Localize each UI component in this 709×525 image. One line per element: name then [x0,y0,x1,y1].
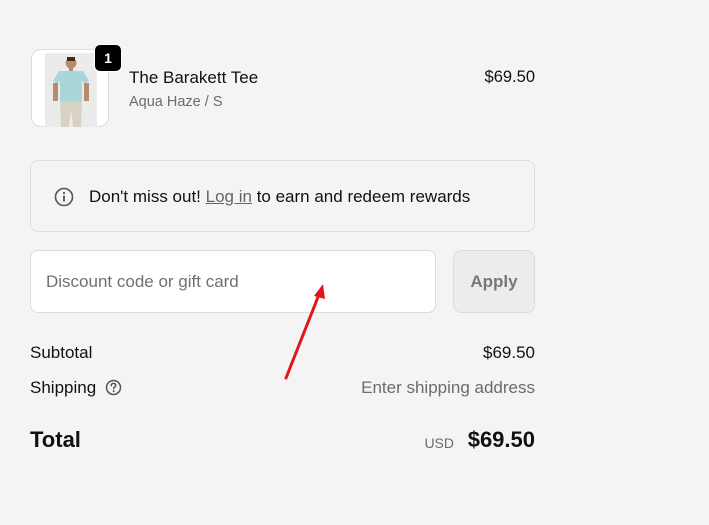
product-variant: Aqua Haze / S [129,94,223,110]
login-link[interactable]: Log in [206,187,252,206]
info-icon [54,187,74,207]
line-item-price: $69.50 [484,68,535,86]
total-value: $69.50 [467,427,535,452]
shipping-label: Shipping [30,378,97,397]
product-thumbnail: 1 [31,44,122,127]
product-tee-image [45,53,97,127]
total-currency: USD [424,435,454,451]
rewards-banner: Don't miss out! Log in to earn and redee… [30,160,535,232]
rewards-trail: to earn and redeem rewards [256,187,471,206]
subtotal-value: $69.50 [483,343,535,362]
product-name: The Barakett Tee [129,68,259,87]
total-label: Total [30,427,81,452]
rewards-text: Don't miss out! Log in to earn and redee… [89,187,470,207]
apply-discount-button[interactable]: Apply [453,250,535,313]
subtotal-label: Subtotal [30,343,93,362]
discount-code-input[interactable] [30,250,436,313]
question-mark-icon[interactable] [105,379,122,396]
rewards-lead: Don't miss out! [89,187,201,206]
line-item: 1 The Barakett Tee Aqua Haze / S $69.50 [30,44,535,129]
shipping-value: Enter shipping address [361,378,535,397]
order-summary: 1 The Barakett Tee Aqua Haze / S $69.50 … [0,0,709,525]
quantity-badge: 1 [94,44,122,72]
